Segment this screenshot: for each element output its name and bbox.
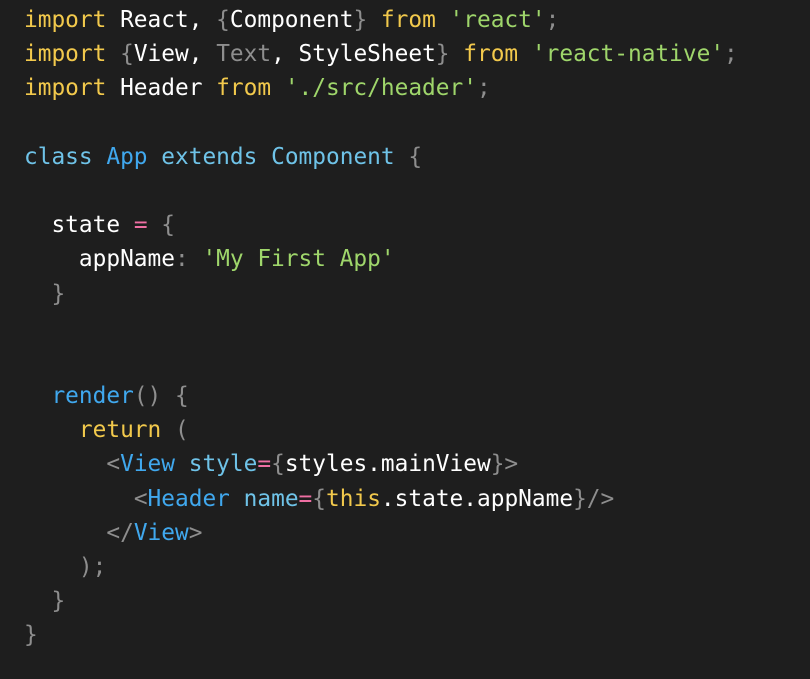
code-line[interactable] (0, 345, 810, 379)
code-line[interactable] (0, 311, 810, 345)
code-line[interactable]: <Header name={this.state.appName}/> (0, 482, 810, 516)
code-token: View (133, 519, 189, 546)
code-token: from (463, 41, 519, 68)
code-token: import (24, 41, 107, 68)
code-line[interactable]: } (0, 618, 810, 652)
code-token: ; (476, 75, 491, 102)
code-token: { (271, 451, 285, 478)
code-token: name (243, 485, 299, 512)
code-token: </ (106, 519, 134, 546)
code-line[interactable]: appName: 'My First App' (0, 242, 810, 276)
code-token: { (120, 41, 134, 68)
code-token: }/> (573, 485, 615, 512)
code-token: import (24, 7, 107, 33)
code-token: React, (106, 7, 217, 33)
code-line[interactable]: render() { (0, 379, 810, 413)
code-token: appName (24, 246, 175, 273)
code-token: state (24, 212, 134, 239)
code-token: import (24, 75, 107, 102)
code-line[interactable]: class App extends Component { (0, 140, 810, 174)
code-editor[interactable]: import React, {Component} from 'react'; i… (0, 0, 810, 679)
code-token: render (51, 383, 134, 410)
code-token: style (188, 451, 258, 478)
code-line[interactable]: import Header from './src/header'; (0, 71, 810, 105)
code-token: } (24, 280, 66, 307)
code-token: > (188, 519, 203, 546)
code-token: this (326, 485, 381, 512)
code-token: class (24, 143, 93, 170)
code-line[interactable]: import React, {Component} from 'react'; (0, 3, 810, 37)
code-line[interactable]: } (0, 277, 810, 311)
code-token: ); (24, 554, 107, 580)
code-token: < (106, 451, 121, 478)
code-token: : (174, 246, 203, 273)
code-token: 'My First App' (202, 246, 395, 273)
code-line[interactable] (0, 174, 810, 208)
code-line[interactable]: return ( (0, 413, 810, 447)
code-token: () { (133, 383, 189, 410)
code-line[interactable] (0, 106, 810, 140)
code-token: , StyleSheet (271, 41, 436, 68)
code-token: { (216, 7, 230, 33)
code-token: ; (545, 7, 560, 33)
code-token: } (24, 622, 38, 649)
code-token: Component (271, 143, 395, 170)
code-token: './src/header' (284, 75, 477, 102)
code-token: return (78, 417, 162, 444)
code-token: } (24, 588, 66, 615)
code-token: = (257, 451, 272, 478)
code-token: extends (161, 143, 258, 170)
code-line[interactable]: state = { (0, 208, 810, 242)
code-token: { (147, 212, 175, 239)
code-token: from (216, 75, 272, 102)
code-token: = (298, 485, 313, 512)
code-token: ; (724, 41, 738, 68)
code-token: from (380, 7, 436, 33)
code-token: View, (133, 41, 217, 68)
code-token: } (353, 7, 381, 33)
code-token: styles.mainView (284, 451, 491, 478)
code-line[interactable]: <View style={styles.mainView}> (0, 447, 810, 481)
code-token: Header (147, 485, 230, 512)
code-token: 'react-native' (531, 41, 725, 68)
code-token: Header (106, 75, 217, 102)
code-line[interactable]: ); (0, 550, 810, 584)
code-token: 'react' (449, 7, 546, 33)
code-token: < (133, 485, 148, 512)
code-line[interactable]: } (0, 584, 810, 618)
code-token: = (133, 212, 148, 239)
code-token: App (106, 143, 148, 170)
code-token: ( (161, 417, 189, 444)
code-token: { (394, 143, 423, 170)
code-token: Component (229, 7, 354, 33)
code-token: { (312, 485, 327, 512)
code-token: }> (490, 451, 519, 478)
code-token: } (435, 41, 464, 68)
code-token: View (120, 451, 175, 478)
code-token: Text (216, 41, 272, 68)
code-token: .state.appName (380, 485, 574, 512)
code-line[interactable]: </View> (0, 516, 810, 550)
code-line[interactable]: import {View, Text, StyleSheet} from 're… (0, 37, 810, 71)
